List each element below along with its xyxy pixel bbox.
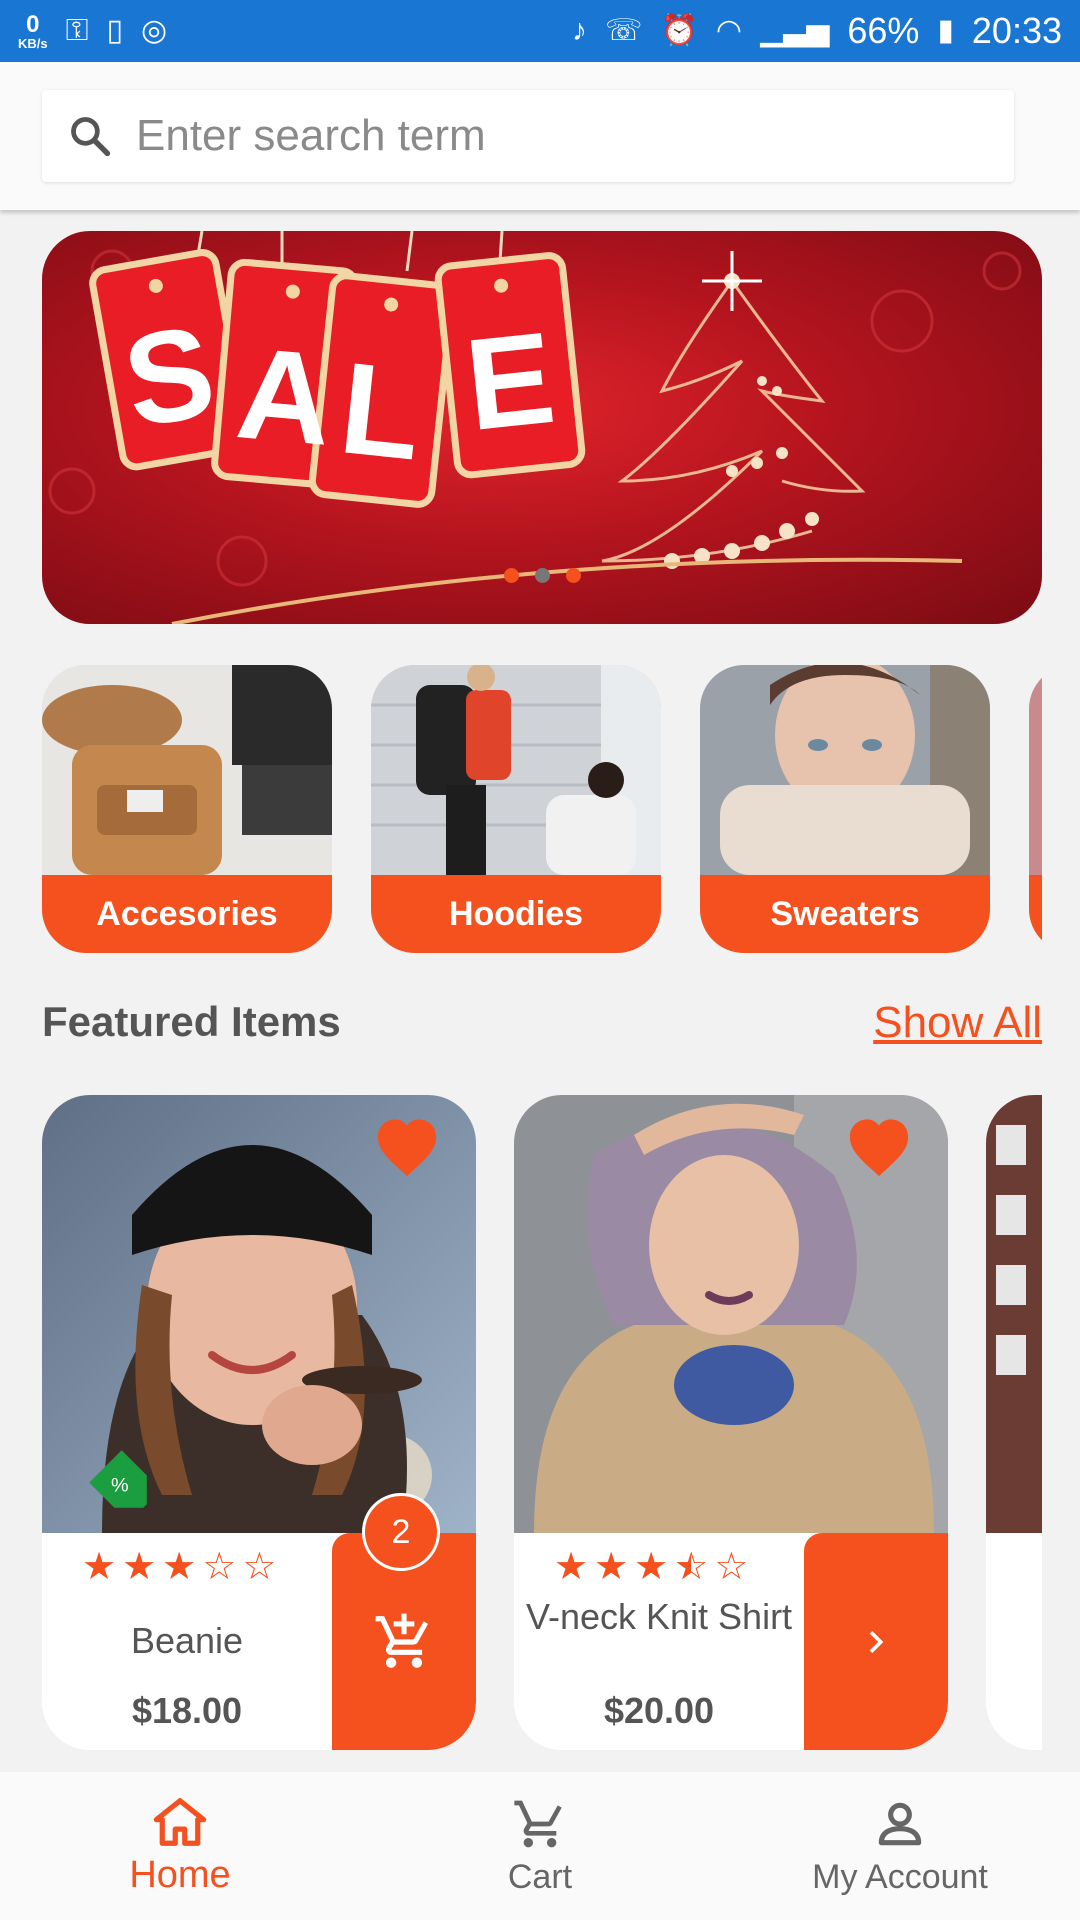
favorite-heart-icon[interactable] [844, 1115, 914, 1179]
show-all-link[interactable]: Show All [873, 998, 1042, 1048]
category-sweaters[interactable]: Sweaters [700, 665, 990, 953]
nav-home-label: Home [129, 1853, 231, 1896]
home-icon [153, 1797, 207, 1846]
nav-cart-label: Cart [507, 1857, 573, 1896]
chevron-right-icon [869, 1630, 884, 1653]
clock: 20:33 [971, 10, 1062, 51]
rating-stars: ★ ★ ★ ★ ☆ ☆ [554, 1548, 748, 1586]
search-icon [71, 117, 111, 157]
search-box[interactable] [42, 90, 1014, 182]
battery-icon: ▮ [937, 14, 954, 47]
view-product-button[interactable] [804, 1533, 948, 1750]
product-card-beanie[interactable]: % ★ ★ ★ ☆ ☆ Beanie $18.00 2 [42, 1095, 476, 1750]
product-price: $20.00 [603, 1690, 715, 1731]
alarm-icon: ⏰ [660, 14, 698, 47]
product-price: $18.00 [131, 1690, 243, 1731]
network-speed-value: 0 [26, 10, 40, 38]
svg-text:L: L [334, 334, 428, 488]
star-empty-icon: ☆ [714, 1546, 749, 1588]
banner-dot-active[interactable] [534, 568, 550, 583]
star-filled-icon: ★ [162, 1546, 197, 1588]
product-card-vneck-knit-shirt[interactable]: ★ ★ ★ ★ ☆ ☆ V-neck Knit Shirt $20.00 [514, 1095, 948, 1750]
category-label [1029, 875, 1042, 953]
svg-text:A: A [231, 319, 337, 473]
star-half-icon: ★ ☆ [674, 1546, 709, 1588]
nav-my-account-label: My Account [812, 1857, 988, 1896]
battery-percent: 66% [847, 10, 920, 51]
star-empty-icon: ☆ [202, 1546, 237, 1588]
product-image [986, 1095, 1042, 1533]
category-partial[interactable] [1029, 665, 1042, 953]
nav-home[interactable]: Home [0, 1772, 360, 1920]
signal-icon: ▁▃▅ [760, 14, 830, 47]
mute-icon: ♪ [572, 14, 588, 47]
banner-dot[interactable] [565, 568, 581, 583]
category-label: Hoodies [371, 875, 661, 953]
key-icon: ⚿ [65, 14, 89, 47]
product-name: Beanie [130, 1620, 244, 1661]
sale-banner-art: S A L E [48, 231, 1022, 624]
svg-text:%: % [111, 1475, 129, 1497]
sale-banner[interactable]: S A L E [42, 231, 1042, 624]
nav-cart[interactable]: Cart [360, 1772, 720, 1920]
star-filled-icon: ★ [554, 1546, 589, 1588]
banner-pagination [42, 568, 1042, 583]
category-image [700, 665, 990, 875]
category-accesories[interactable]: Accesories [42, 665, 332, 953]
category-image [1029, 665, 1042, 875]
discount-tag-icon: % [89, 1450, 147, 1508]
banner-dot[interactable] [503, 568, 519, 583]
star-filled-icon: ★ [82, 1546, 117, 1588]
rating-stars: ★ ★ ★ ☆ ☆ [82, 1548, 276, 1586]
vibrate-icon: ▯ [106, 14, 123, 47]
bottom-navigation: Home Cart My Account [0, 1772, 1080, 1920]
cart-count-badge: 2 [362, 1493, 440, 1571]
wifi-icon: ◠ [715, 14, 743, 47]
product-name: V-neck Knit Shirt [525, 1596, 793, 1637]
category-hoodies[interactable]: Hoodies [371, 665, 661, 953]
search-header [0, 62, 1080, 210]
product-card-partial[interactable] [986, 1095, 1042, 1750]
category-label: Sweaters [700, 875, 990, 953]
status-bar: 0 KB/s ⚿ ▯ ◎ ♪ ☏ ⏰ ◠ ▁▃▅ 66% ▮ 20:33 [0, 0, 1080, 62]
star-filled-icon: ★ [594, 1546, 629, 1588]
category-label: Accesories [42, 875, 332, 953]
wifi-calling-icon: ☏ [605, 14, 643, 47]
svg-text:E: E [459, 304, 561, 458]
featured-carousel[interactable]: % ★ ★ ★ ☆ ☆ Beanie $18.00 2 ★ ★ ★ ★ ☆ ☆ … [42, 1095, 1042, 1750]
eye-off-icon: ◎ [140, 14, 168, 47]
account-icon [878, 1802, 922, 1845]
network-speed-unit: KB/s [18, 35, 48, 51]
star-filled-icon: ★ [634, 1546, 669, 1588]
category-carousel[interactable]: Accesories Hoodies Sweaters [42, 665, 1042, 953]
star-empty-icon: ☆ [242, 1546, 277, 1588]
search-input[interactable] [134, 110, 954, 162]
nav-my-account[interactable]: My Account [720, 1772, 1080, 1920]
star-filled-icon: ★ [122, 1546, 157, 1588]
cart-icon [514, 1800, 562, 1847]
category-image [371, 665, 661, 875]
add-to-cart-icon [375, 1613, 429, 1668]
featured-items-heading: Featured Items [42, 998, 341, 1045]
favorite-heart-icon[interactable] [372, 1115, 442, 1179]
category-image [42, 665, 332, 875]
network-speed: 0 KB/s [18, 10, 48, 51]
